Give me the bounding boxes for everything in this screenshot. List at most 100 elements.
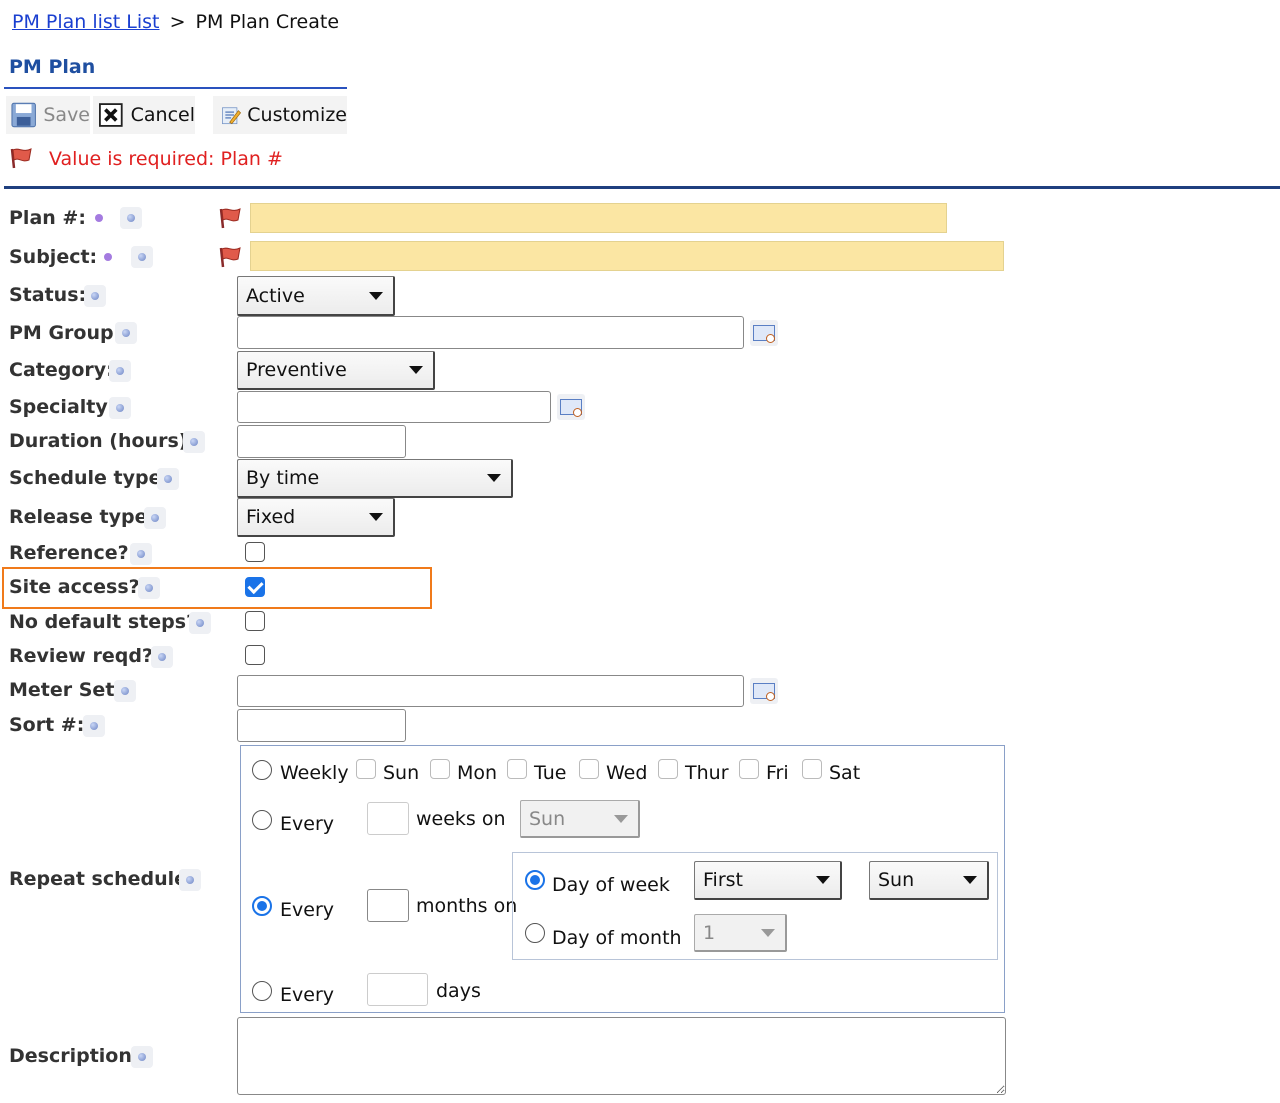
help-icon[interactable] xyxy=(130,543,152,565)
cancel-button[interactable]: Cancel xyxy=(93,96,195,134)
days-interval-input[interactable] xyxy=(367,973,428,1006)
help-icon[interactable] xyxy=(109,360,131,382)
meter-set-input[interactable] xyxy=(237,675,744,707)
label-duration: Duration (hours): xyxy=(9,430,196,452)
day-checkbox-sat[interactable] xyxy=(802,759,822,779)
day-label-tue: Tue xyxy=(534,762,567,784)
specialty-input[interactable] xyxy=(237,391,551,423)
customize-button[interactable]: Customize xyxy=(213,96,347,134)
month-day-select[interactable]: 1 xyxy=(694,914,787,952)
subject-input[interactable] xyxy=(250,241,1004,271)
every-label: Every xyxy=(280,984,334,1006)
customize-icon xyxy=(222,107,242,125)
chevron-down-icon xyxy=(487,474,501,482)
lookup-icon[interactable] xyxy=(557,394,585,420)
label-status: Status: xyxy=(9,284,87,306)
schedule-type-value: By time xyxy=(246,467,320,489)
title-underline xyxy=(4,87,347,89)
every-weeks-radio[interactable] xyxy=(252,810,272,830)
weeks-on-label: weeks on xyxy=(416,808,506,830)
months-interval-input[interactable] xyxy=(367,889,409,922)
day-of-month-radio[interactable] xyxy=(525,923,545,943)
label-reference: Reference?: xyxy=(9,542,137,564)
cancel-icon xyxy=(99,103,123,127)
review-reqd-checkbox[interactable] xyxy=(245,645,265,665)
breadcrumb: PM Plan list List > PM Plan Create xyxy=(12,11,339,33)
day-checkbox-mon[interactable] xyxy=(430,759,450,779)
error-flag-icon xyxy=(10,148,32,169)
ordinal-value: First xyxy=(703,869,743,891)
help-icon[interactable] xyxy=(120,207,142,229)
lookup-icon[interactable] xyxy=(750,320,778,346)
schedule-type-select[interactable]: By time xyxy=(237,459,513,498)
month-day-value: 1 xyxy=(703,921,716,944)
every-months-radio[interactable] xyxy=(252,896,272,916)
breadcrumb-link-pm-plan-list[interactable]: PM Plan list List xyxy=(12,11,160,33)
weeks-interval-input[interactable] xyxy=(367,802,409,835)
every-label: Every xyxy=(280,813,334,835)
label-category: Category: xyxy=(9,359,114,381)
day-label-fri: Fri xyxy=(766,762,789,784)
label-release-type: Release type: xyxy=(9,506,156,528)
help-icon[interactable] xyxy=(131,1046,153,1068)
duration-input[interactable] xyxy=(237,425,406,458)
day-label-mon: Mon xyxy=(457,762,498,784)
label-pm-group: PM Group: xyxy=(9,322,122,344)
weekly-radio[interactable] xyxy=(252,760,272,780)
save-label: Save xyxy=(43,104,90,126)
help-icon[interactable] xyxy=(138,577,160,599)
help-icon[interactable] xyxy=(114,680,136,702)
save-icon xyxy=(11,102,36,128)
help-icon[interactable] xyxy=(131,246,153,268)
category-select[interactable]: Preventive xyxy=(237,351,435,390)
ordinal-select[interactable]: First xyxy=(694,861,842,900)
label-plan: Plan #: xyxy=(9,207,86,229)
description-textarea[interactable] xyxy=(237,1017,1006,1095)
day-label-sat: Sat xyxy=(829,762,861,784)
plan-number-input[interactable] xyxy=(250,203,947,233)
day-checkbox-wed[interactable] xyxy=(579,759,599,779)
help-icon[interactable] xyxy=(115,322,137,344)
help-icon[interactable] xyxy=(179,869,201,891)
label-repeat-schedule: Repeat schedule: xyxy=(9,868,195,890)
error-flag-icon xyxy=(219,208,241,229)
help-icon[interactable] xyxy=(183,431,205,453)
help-icon[interactable] xyxy=(109,397,131,419)
chevron-down-icon xyxy=(369,291,383,300)
status-select[interactable]: Active xyxy=(237,276,395,316)
release-type-select[interactable]: Fixed xyxy=(237,498,395,537)
label-site-access: Site access?: xyxy=(9,576,148,598)
help-icon[interactable] xyxy=(157,468,179,490)
help-icon[interactable] xyxy=(144,507,166,529)
chevron-down-icon xyxy=(761,928,775,937)
day-checkbox-sun[interactable] xyxy=(356,759,376,779)
sort-input[interactable] xyxy=(237,709,406,742)
every-days-radio[interactable] xyxy=(252,981,272,1001)
every-label: Every xyxy=(280,899,334,921)
help-icon[interactable] xyxy=(83,715,105,737)
no-default-steps-checkbox[interactable] xyxy=(245,611,265,631)
reference-checkbox[interactable] xyxy=(245,542,265,562)
chevron-down-icon xyxy=(409,366,423,374)
pm-group-input[interactable] xyxy=(237,316,744,349)
header-rule xyxy=(4,186,1280,189)
weeks-day-value: Sun xyxy=(529,807,566,830)
help-icon[interactable] xyxy=(189,612,211,634)
day-label-thur: Thur xyxy=(685,762,729,784)
help-icon[interactable] xyxy=(84,285,106,307)
weeks-day-select[interactable]: Sun xyxy=(520,800,640,838)
save-button[interactable]: Save xyxy=(6,96,90,134)
day-checkbox-tue[interactable] xyxy=(507,759,527,779)
day-checkbox-fri[interactable] xyxy=(739,759,759,779)
day-of-week-radio[interactable] xyxy=(525,870,545,890)
label-sort: Sort #: xyxy=(9,714,85,736)
lookup-icon[interactable] xyxy=(750,678,778,704)
help-icon[interactable] xyxy=(151,646,173,668)
weekday-select[interactable]: Sun xyxy=(869,861,989,900)
chevron-down-icon xyxy=(816,876,830,884)
status-value: Active xyxy=(246,284,305,307)
day-checkbox-thur[interactable] xyxy=(658,759,678,779)
weekday-value: Sun xyxy=(878,869,915,891)
site-access-checkbox[interactable] xyxy=(245,577,265,597)
customize-label: Customize xyxy=(247,104,347,126)
